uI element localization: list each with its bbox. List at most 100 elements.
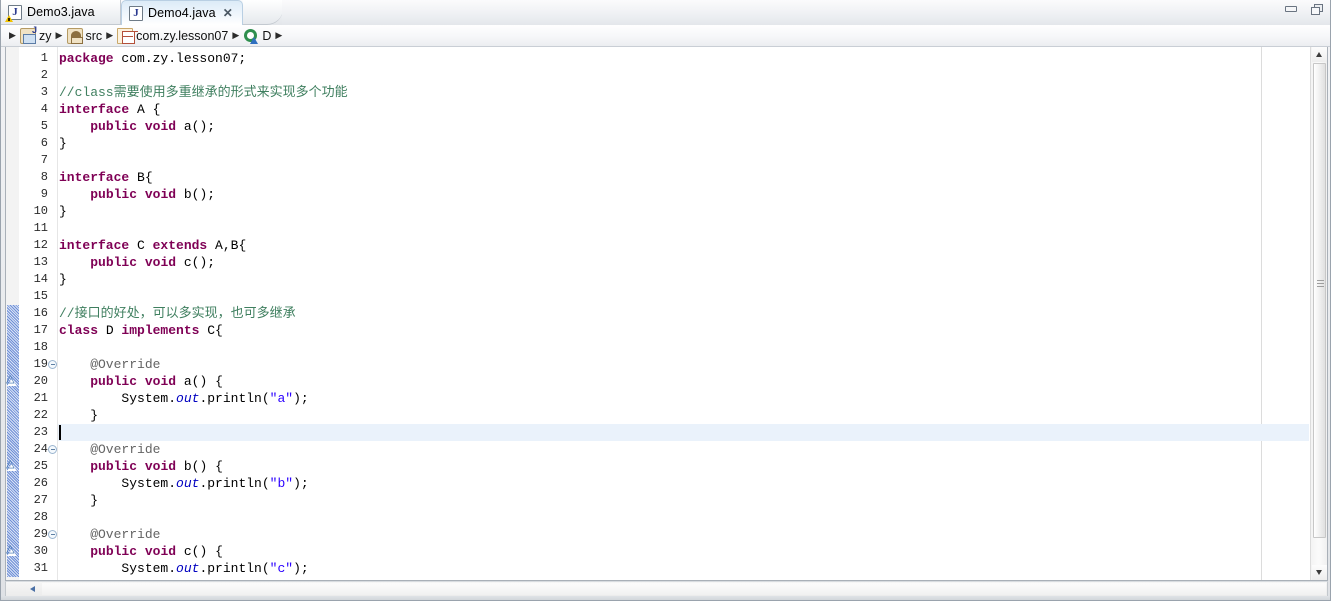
code-token: public (90, 119, 138, 134)
scroll-down-button[interactable] (1312, 565, 1327, 580)
code-line[interactable]: @Override (58, 356, 160, 373)
code-token: interface (59, 102, 130, 117)
code-line[interactable]: } (58, 271, 67, 288)
line-number: 15 (33, 289, 48, 303)
code-line[interactable]: package com.zy.lesson07; (58, 50, 246, 67)
code-line[interactable]: interface A { (58, 101, 160, 118)
line-number: 24 (33, 442, 48, 456)
code-line[interactable]: class D implements C{ (58, 322, 223, 339)
code-line[interactable]: System.out.println("a"); (58, 390, 308, 407)
line-number: 4 (40, 102, 48, 116)
scroll-up-button[interactable] (1312, 47, 1327, 62)
editor-tab-demo4[interactable]: Demo4.java ✕ (121, 0, 243, 25)
code-line[interactable] (58, 67, 59, 84)
line-number: 19 (33, 357, 48, 371)
code-token: B{ (129, 170, 153, 185)
code-line[interactable]: @Override (58, 526, 160, 543)
line-number: 25 (33, 459, 48, 473)
code-line[interactable]: public void a() { (58, 373, 223, 390)
fold-collapse-icon[interactable] (48, 360, 57, 369)
vertical-scrollbar-thumb[interactable] (1313, 63, 1326, 538)
line-number: 20 (33, 374, 48, 388)
vertical-scrollbar[interactable] (1310, 47, 1327, 580)
code-token: D (98, 323, 122, 338)
scroll-left-button[interactable] (26, 583, 40, 596)
code-line[interactable]: System.out.println("c"); (58, 560, 309, 577)
code-line[interactable]: public void b() { (58, 458, 223, 475)
chevron-right-icon: ▶ (55, 30, 63, 40)
code-line[interactable]: public void c(); (58, 254, 215, 271)
fold-collapse-icon[interactable] (48, 445, 57, 454)
fold-collapse-icon[interactable] (48, 530, 57, 539)
override-indicator-icon (6, 459, 18, 471)
code-token: A,B{ (207, 238, 247, 253)
code-line[interactable]: } (58, 407, 98, 424)
code-token: //class需要使用多重继承的形式来实现多个功能 (59, 85, 348, 100)
breadcrumb-item-src[interactable]: src (66, 25, 104, 47)
close-icon[interactable]: ✕ (223, 7, 233, 19)
code-token: "c" (269, 561, 294, 576)
triangle-left-icon (30, 586, 35, 592)
code-line[interactable] (58, 152, 59, 169)
code-line[interactable]: //接口的好处，可以多实现，也可多继承 (58, 305, 296, 322)
code-token: ); (293, 561, 309, 576)
code-line[interactable]: System.out.println("b"); (58, 475, 308, 492)
code-line[interactable] (58, 288, 59, 305)
code-token: .println( (199, 391, 270, 406)
breadcrumb-item-class[interactable]: D (242, 25, 272, 47)
line-number: 11 (33, 221, 48, 235)
breadcrumb-item-package[interactable]: com.zy.lesson07 (116, 25, 229, 47)
code-line[interactable]: public void b(); (58, 186, 215, 203)
line-number: 18 (33, 340, 48, 354)
code-line[interactable]: public void a(); (58, 118, 215, 135)
folding-ruler[interactable] (6, 47, 58, 580)
line-number: 29 (33, 527, 48, 541)
code-token: b() { (176, 459, 223, 474)
code-line[interactable]: public void c() { (58, 543, 223, 560)
horizontal-scrollbar-track[interactable] (42, 583, 1326, 595)
change-bar (7, 305, 19, 577)
code-token: @Override (59, 442, 161, 457)
code-editor[interactable]: 1 2 3 4 5 6 7 8 9 10 11 12 13 14 15 16 17 18 19 20 21 22 23 24 2… (5, 47, 1328, 581)
code-line[interactable]: interface C extends A,B{ (58, 237, 246, 254)
line-number: 12 (33, 238, 48, 252)
scrollbar-grip-icon (1317, 280, 1324, 287)
breadcrumb-label: src (85, 28, 103, 43)
restore-button[interactable] (1310, 3, 1326, 17)
code-line[interactable]: } (58, 492, 98, 509)
line-number: 16 (33, 306, 48, 320)
code-token: void (144, 255, 177, 270)
print-margin-line (1261, 47, 1262, 580)
code-line[interactable]: //class需要使用多重继承的形式来实现多个功能 (58, 84, 348, 101)
code-token: public (90, 187, 138, 202)
breadcrumb-item-project[interactable]: zy (19, 25, 53, 47)
code-token: out (176, 561, 200, 576)
code-token: "b" (269, 476, 294, 491)
code-token: a() { (176, 374, 223, 389)
editor-tab-demo3[interactable]: Demo3.java (1, 0, 121, 25)
code-line[interactable] (58, 509, 59, 526)
line-number: 1 (40, 51, 48, 65)
code-text-area[interactable]: package com.zy.lesson07; //class需要使用多重继承的… (58, 47, 1309, 580)
code-line[interactable]: } (58, 135, 67, 152)
line-number: 21 (33, 391, 48, 405)
code-token: implements (121, 323, 200, 338)
code-line[interactable]: } (58, 203, 67, 220)
code-token: package (59, 51, 114, 66)
minimize-button[interactable] (1284, 3, 1300, 17)
override-indicator-icon (6, 374, 18, 386)
current-line-highlight (58, 424, 1309, 441)
horizontal-scrollbar[interactable] (5, 581, 1328, 597)
code-line[interactable] (58, 220, 59, 237)
code-line[interactable]: @Override (58, 441, 160, 458)
annotation-ruler[interactable] (6, 47, 20, 580)
code-line[interactable]: interface B{ (58, 169, 153, 186)
code-token: C{ (199, 323, 223, 338)
code-line[interactable] (58, 339, 59, 356)
line-number: 3 (40, 85, 48, 99)
code-token: //接口的好处，可以多实现，也可多继承 (59, 306, 296, 321)
line-number: 13 (33, 255, 48, 269)
